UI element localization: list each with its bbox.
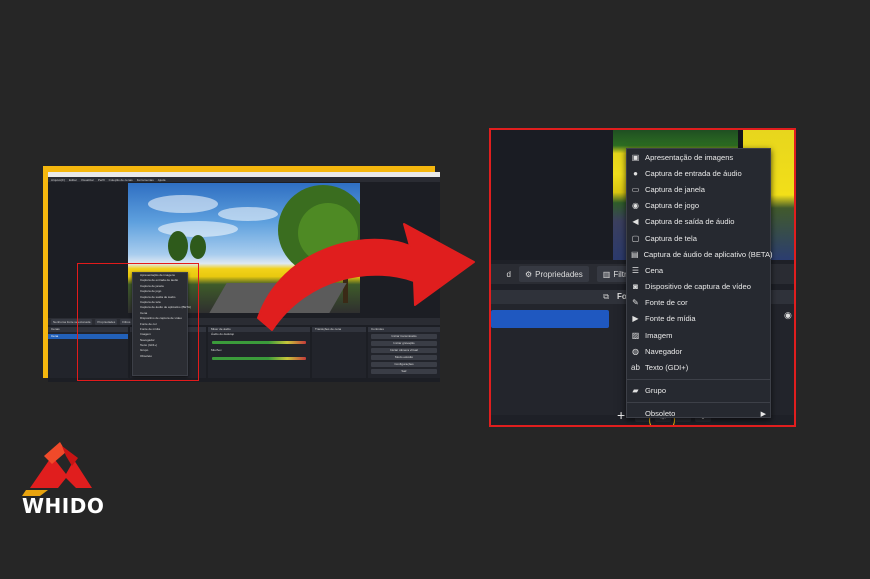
menu-item-app-audio[interactable]: ▤ Captura de áudio de aplicativo (BETA)	[627, 246, 773, 262]
tutorial-graphic: Arquivo(F) Editar Visualizar Perfil Coleção …	[0, 0, 870, 579]
menu-item-microphone[interactable]: ● Captura de entrada de áudio	[627, 165, 770, 181]
text-icon: ab	[631, 363, 640, 373]
menu-item-image[interactable]: ▨ Imagem	[627, 327, 770, 343]
play-icon: ▶	[632, 314, 639, 324]
menu-item-folder[interactable]: ▰ Grupo	[627, 383, 770, 399]
add-source-context-menu: ▣ Apresentação de imagens ● Captura de entr…	[626, 148, 773, 418]
menu-item-label: Obsoleto	[645, 409, 676, 419]
app-audio-icon: ▤	[631, 249, 639, 259]
menu-item-brush[interactable]: ✎ Fonte de cor	[627, 295, 770, 311]
speaker-icon: ◀	[632, 217, 639, 227]
menu-item-list[interactable]: ☰ Cena	[627, 262, 770, 278]
slideshow-icon: ▣	[631, 152, 640, 162]
deprecated-icon	[631, 409, 640, 418]
add-source-button[interactable]: +	[617, 407, 625, 423]
microphone-icon: ●	[633, 168, 638, 178]
menu-item-globe[interactable]: ◍ Navegador	[627, 343, 770, 359]
menu-item-play[interactable]: ▶ Fonte de mídia	[627, 311, 770, 327]
gear-icon: ⚙	[525, 269, 533, 279]
menu-item-label: Navegador	[645, 346, 683, 356]
menu-item-label: Fonte de mídia	[645, 314, 696, 324]
image-icon: ▨	[631, 330, 640, 340]
menu-item-label: Dispositivo de captura de vídeo	[645, 282, 751, 292]
globe-icon: ◍	[632, 346, 639, 356]
zoomed-add-source-menu: d ⚙ Propriedades ▥ Filtros ⧉ Fo ◉ + ▪ ⚙ …	[489, 128, 796, 427]
scene-item-selected[interactable]	[491, 310, 609, 328]
menu-item-label: Captura de áudio de aplicativo (BETA)	[643, 249, 773, 259]
submenu-chevron-icon: ▶	[760, 410, 766, 418]
menu-item-deprecated[interactable]: Obsoleto ▶	[627, 406, 770, 422]
menu-item-window[interactable]: ▭ Captura de janela	[627, 181, 770, 197]
menu-item-label: Fonte de cor	[645, 298, 688, 308]
menu-item-label: Captura de janela	[645, 184, 705, 194]
list-icon: ☰	[631, 265, 640, 275]
folder-icon: ▰	[632, 386, 639, 396]
menu-item-label: Grupo	[645, 386, 667, 396]
properties-button[interactable]: ⚙ Propriedades	[519, 266, 589, 282]
menu-item-label: Captura de saída de áudio	[645, 217, 735, 227]
brand-name: WHIDO	[22, 494, 105, 518]
menu-item-slideshow[interactable]: ▣ Apresentação de imagens	[627, 149, 770, 165]
menu-item-label: Captura de entrada de áudio	[645, 168, 742, 178]
menu-item-label: Imagem	[645, 330, 673, 340]
undock-icon[interactable]: ⧉	[603, 292, 609, 302]
camera-icon: ◙	[633, 282, 638, 292]
menu-item-gamepad[interactable]: ◉ Captura de jogo	[627, 198, 770, 214]
menu-item-label: Captura de jogo	[645, 201, 700, 211]
filter-icon: ▥	[602, 269, 611, 279]
menu-item-camera[interactable]: ◙ Dispositivo de captura de vídeo	[627, 279, 770, 295]
menu-item-text[interactable]: ab Texto (GDI+)	[627, 359, 770, 375]
gamepad-icon: ◉	[632, 201, 639, 211]
menu-item-label: Cena	[645, 265, 664, 275]
scenes-dock-zoomed: ⧉	[491, 290, 613, 415]
brush-icon: ✎	[632, 298, 639, 308]
menu-item-monitor[interactable]: ▢ Captura de tela	[627, 230, 770, 246]
menu-item-speaker[interactable]: ◀ Captura de saída de áudio	[627, 214, 770, 230]
menu-item-label: Texto (GDI+)	[645, 363, 689, 373]
eye-icon[interactable]: ◉	[784, 310, 792, 321]
menu-item-label: Apresentação de imagens	[645, 152, 734, 162]
tab-fragment: d	[506, 269, 511, 279]
menu-item-label: Captura de tela	[645, 233, 697, 243]
monitor-icon: ▢	[631, 233, 640, 243]
window-icon: ▭	[631, 184, 640, 194]
